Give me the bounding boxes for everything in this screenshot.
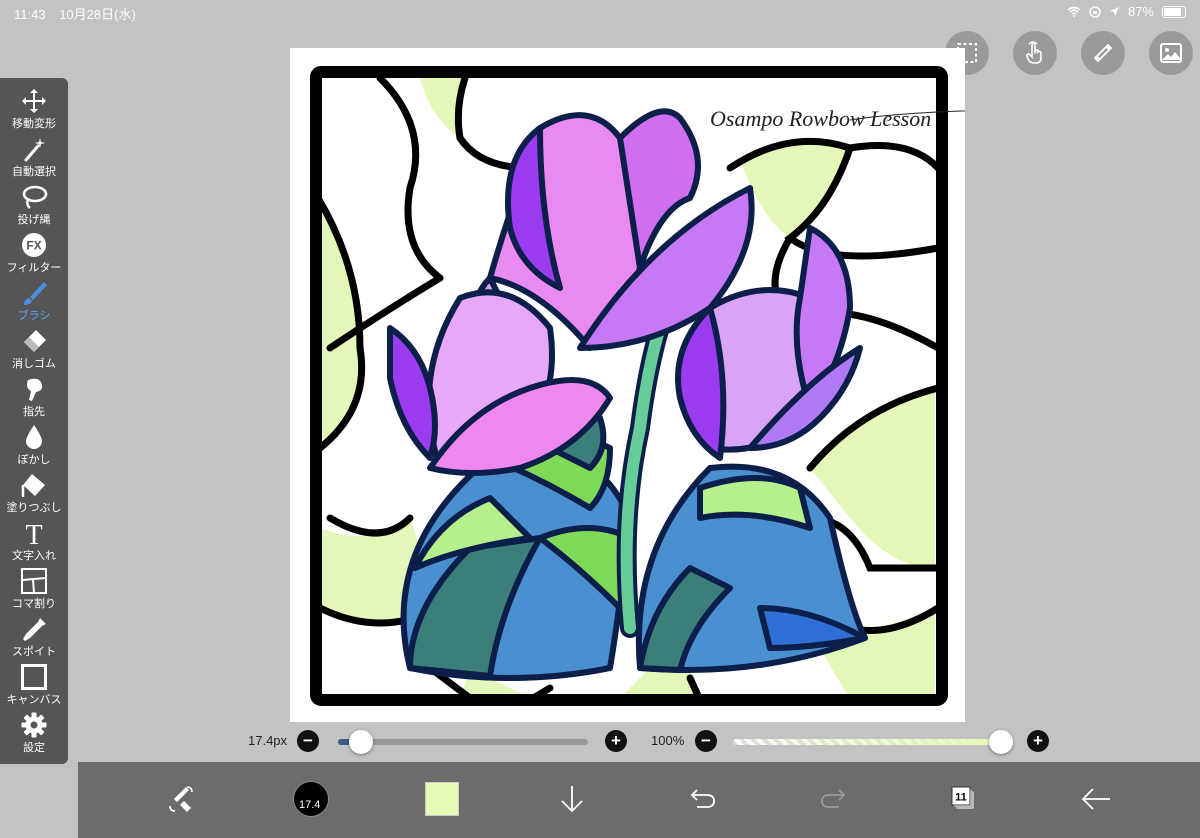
status-bar: 11:43 10月28日(水) 87%	[0, 0, 1200, 24]
fx-label: FX	[26, 239, 41, 253]
tool-label: 移動変形	[12, 118, 56, 130]
undo-icon	[690, 789, 715, 808]
layer-count: 11	[955, 792, 967, 804]
color-button[interactable]	[417, 774, 467, 824]
gesture-button[interactable]	[1013, 31, 1057, 75]
tool-move-transform[interactable]: 移動変形	[0, 84, 68, 132]
status-date: 10月28日(水)	[59, 7, 136, 22]
tool-label: ぼかし	[17, 454, 51, 466]
tool-label: 文字入れ	[12, 550, 56, 562]
fx-icon: FX	[22, 233, 46, 257]
tool-frame-divider[interactable]: コマ割り	[0, 564, 68, 612]
undo-button[interactable]	[678, 774, 728, 824]
tool-label: 自動選択	[12, 166, 56, 178]
opacity-value: 100%	[651, 733, 685, 748]
tool-label: 設定	[23, 742, 45, 754]
back-button[interactable]	[1071, 774, 1121, 824]
gear-icon	[21, 712, 47, 738]
layers-button[interactable]: 11	[938, 774, 988, 824]
current-color-swatch	[425, 782, 459, 816]
brush-size-increase-button[interactable]: +	[605, 730, 627, 752]
tool-label: キャンバス	[6, 694, 62, 706]
brush-eraser-toggle-button[interactable]	[156, 774, 206, 824]
brush-eraser-swap-icon	[169, 786, 193, 812]
wifi-icon	[1067, 6, 1081, 17]
stained-glass-artwork: Osampo Rowbow Lesson	[310, 66, 1081, 706]
tool-label: 塗りつぶし	[6, 502, 62, 514]
redo-icon	[821, 789, 846, 808]
artwork-signature: Osampo Rowbow Lesson	[710, 106, 931, 131]
tool-canvas[interactable]: キャンバス	[0, 660, 68, 708]
text-tool-glyph: T	[25, 520, 42, 546]
arrow-down-icon	[561, 786, 583, 813]
tool-label: コマ割り	[12, 598, 56, 610]
tool-label: フィルター	[6, 262, 62, 274]
opacity-slider: 100% − +	[650, 727, 1050, 755]
tool-label: 消しゴム	[12, 358, 56, 370]
blur-drop-icon	[26, 425, 42, 449]
brush-size-knob[interactable]	[348, 730, 373, 754]
brush-size-track[interactable]	[338, 739, 588, 745]
battery-percent: 87%	[1127, 4, 1154, 19]
bottom-toolbar: 17.4 11	[78, 762, 1200, 838]
tool-palette: 移動変形 自動選択 投げ縄 FX フィルター ブラシ 消しゴム 指先 ぼかし 塗…	[0, 78, 68, 764]
tool-settings[interactable]: 設定	[0, 708, 68, 756]
save-download-button[interactable]	[547, 774, 597, 824]
text-icon: T	[25, 520, 42, 546]
move-icon	[22, 89, 46, 113]
brush-size-badge: 17.4	[293, 781, 329, 817]
ruler-icon	[1093, 43, 1113, 63]
opacity-knob[interactable]	[989, 730, 1013, 754]
eyedropper-icon	[23, 618, 46, 641]
orientation-lock-icon	[1089, 5, 1101, 18]
image-icon	[1160, 43, 1182, 63]
smudge-icon	[27, 378, 43, 401]
opacity-increase-button[interactable]: +	[1027, 730, 1049, 752]
brush-size-badge-value: 17.4	[299, 799, 321, 811]
brush-size-value: 17.4px	[248, 733, 288, 748]
opacity-track[interactable]	[733, 739, 1001, 745]
tool-label: 指先	[23, 406, 45, 418]
tool-fill[interactable]: 塗りつぶし	[0, 468, 68, 516]
tool-label: スポイト	[12, 646, 56, 658]
opacity-decrease-button[interactable]: −	[695, 730, 717, 752]
arrow-left-icon	[1081, 788, 1110, 810]
brush-size-decrease-button[interactable]: −	[297, 730, 319, 752]
tool-text[interactable]: T 文字入れ	[0, 516, 68, 564]
layers-icon: 11	[951, 786, 975, 810]
tool-eyedropper[interactable]: スポイト	[0, 612, 68, 660]
brush-icon	[24, 282, 47, 305]
material-button[interactable]	[1149, 31, 1193, 75]
tool-label: ブラシ	[17, 310, 51, 322]
tool-label: 投げ縄	[17, 214, 51, 226]
redo-button[interactable]	[808, 774, 858, 824]
frame-divider-icon	[21, 568, 47, 594]
fill-bucket-icon	[21, 474, 45, 497]
brush-size-button[interactable]: 17.4	[286, 774, 336, 824]
ruler-button[interactable]	[1081, 31, 1125, 75]
battery-icon	[1162, 5, 1186, 18]
magic-wand-icon	[24, 138, 45, 162]
tool-magic-wand[interactable]: 自動選択	[0, 132, 68, 180]
status-time: 11:43	[14, 7, 46, 22]
gesture-hand-icon	[1026, 41, 1042, 64]
drawing-canvas[interactable]: Osampo Rowbow Lesson	[290, 48, 1081, 722]
quick-actions	[945, 31, 1193, 75]
tool-filter[interactable]: FX フィルター	[0, 228, 68, 276]
tool-lasso[interactable]: 投げ縄	[0, 180, 68, 228]
tool-eraser[interactable]: 消しゴム	[0, 324, 68, 372]
eraser-icon	[24, 330, 46, 352]
brush-size-slider: 17.4px − +	[246, 727, 636, 755]
tool-brush[interactable]: ブラシ	[0, 276, 68, 324]
lasso-icon	[22, 185, 48, 209]
tool-smudge[interactable]: 指先	[0, 372, 68, 420]
tool-blur[interactable]: ぼかし	[0, 420, 68, 468]
location-icon	[1109, 7, 1119, 16]
canvas-icon	[21, 664, 47, 690]
